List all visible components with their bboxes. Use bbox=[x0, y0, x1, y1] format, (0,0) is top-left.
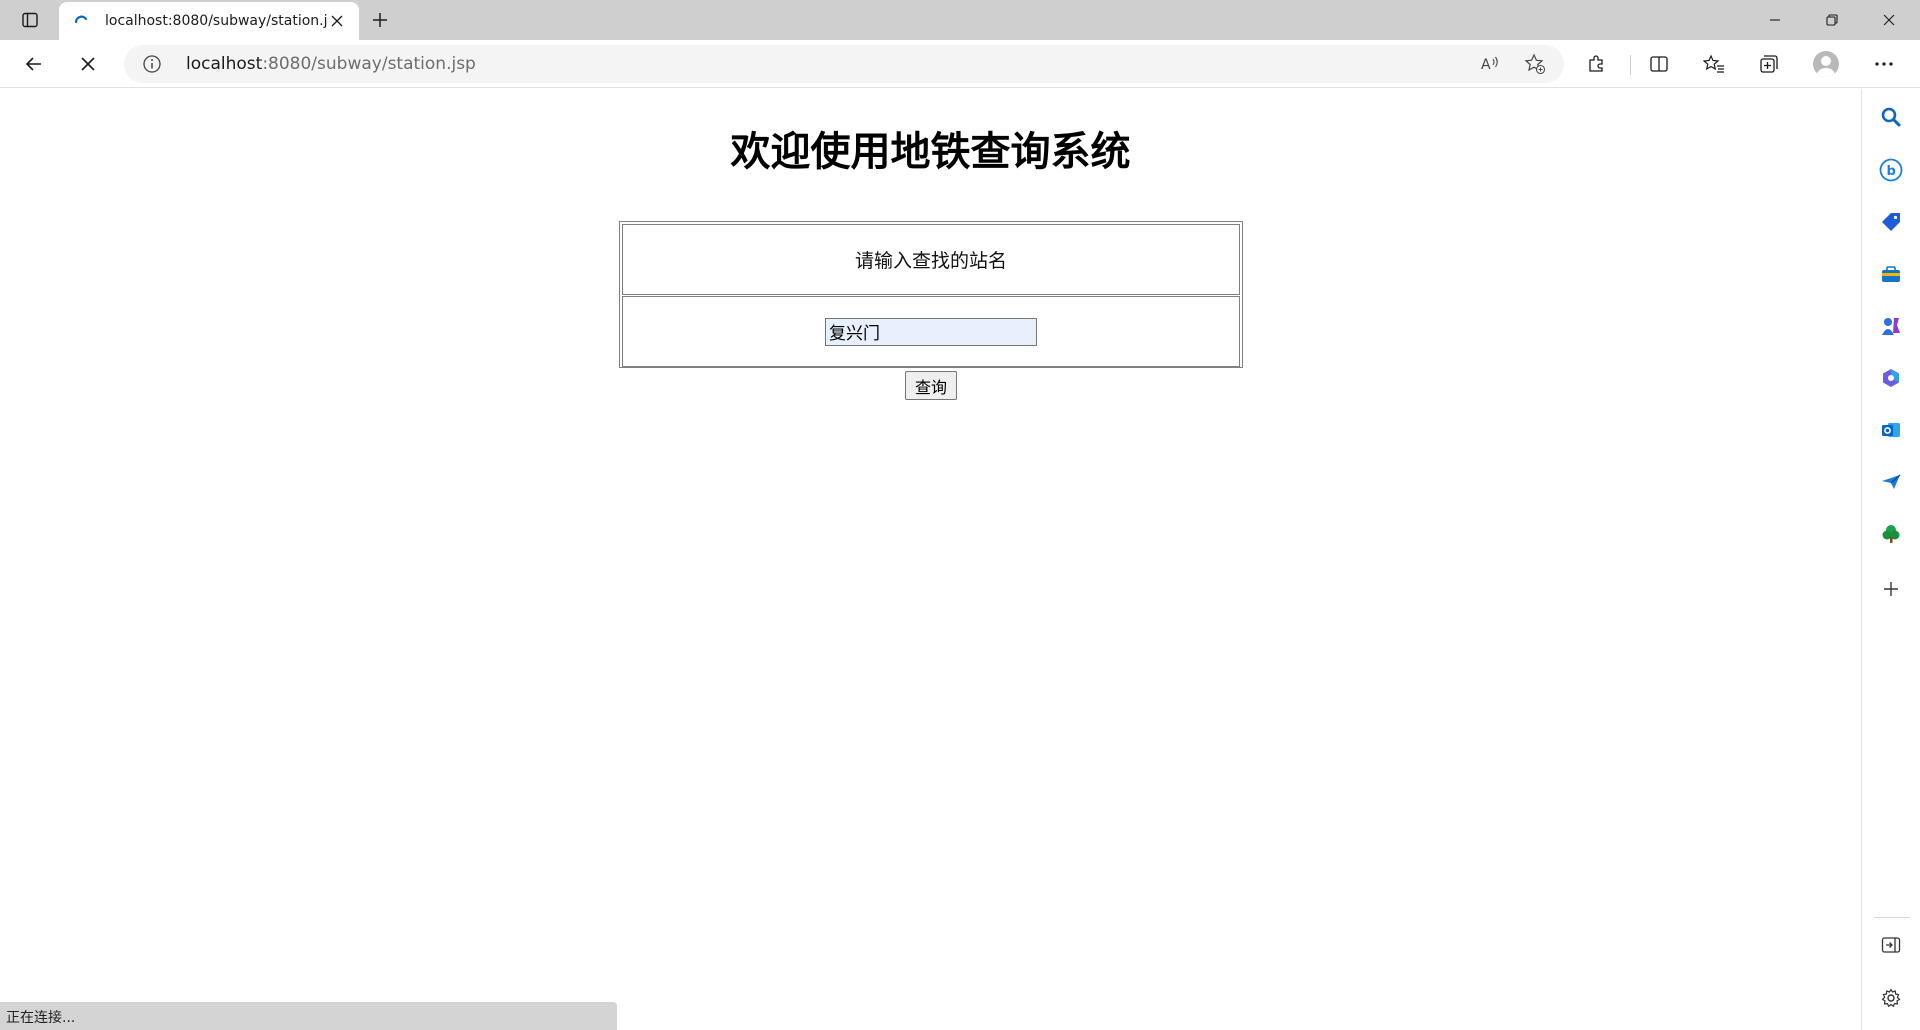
close-icon[interactable] bbox=[327, 11, 347, 31]
tab-strip: localhost:8080/subway/station.jsp bbox=[0, 0, 1920, 40]
more-button[interactable] bbox=[1868, 48, 1900, 80]
games-icon[interactable] bbox=[1877, 312, 1905, 340]
station-prompt-label: 请输入查找的站名 bbox=[854, 250, 1007, 272]
prompt-cell: 请输入查找的站名 bbox=[622, 224, 1240, 295]
tab-actions-icon[interactable] bbox=[16, 8, 44, 32]
tab-active[interactable]: localhost:8080/subway/station.jsp bbox=[59, 2, 359, 40]
stop-icon bbox=[81, 57, 95, 71]
hide-sidebar-icon[interactable] bbox=[1877, 931, 1905, 959]
tab-title: localhost:8080/subway/station.jsp bbox=[105, 13, 327, 29]
station-name-input[interactable] bbox=[825, 317, 1037, 346]
split-screen-icon bbox=[1650, 56, 1668, 72]
drop-icon[interactable] bbox=[1877, 468, 1905, 496]
info-icon[interactable] bbox=[142, 54, 162, 74]
settings-icon[interactable] bbox=[1877, 984, 1905, 1012]
close-icon bbox=[1883, 14, 1895, 26]
minimize-button[interactable] bbox=[1747, 0, 1803, 40]
web-page: 欢迎使用地铁查询系统 请输入查找的站名 查询 bbox=[0, 89, 1861, 1030]
stop-button[interactable] bbox=[72, 48, 104, 80]
star-add-icon[interactable] bbox=[1522, 52, 1548, 76]
extensions-button[interactable] bbox=[1580, 48, 1612, 80]
sidebar-divider bbox=[1874, 917, 1910, 918]
collections-icon bbox=[1760, 55, 1778, 73]
bing-icon[interactable]: b bbox=[1877, 156, 1905, 184]
close-window-button[interactable] bbox=[1861, 0, 1917, 40]
microsoft365-icon[interactable] bbox=[1877, 364, 1905, 392]
restore-button[interactable] bbox=[1804, 0, 1860, 40]
outlook-icon[interactable] bbox=[1877, 416, 1905, 444]
favorites-button[interactable] bbox=[1698, 48, 1730, 80]
loading-spinner-icon bbox=[74, 15, 88, 24]
back-button[interactable] bbox=[18, 48, 50, 80]
favorites-icon bbox=[1703, 54, 1724, 73]
back-arrow-icon bbox=[25, 57, 41, 71]
url-path: :8080/subway/station.jsp bbox=[262, 54, 476, 74]
new-tab-button[interactable] bbox=[366, 8, 394, 32]
collections-button[interactable] bbox=[1753, 48, 1785, 80]
search-form-table: 请输入查找的站名 bbox=[619, 221, 1243, 368]
more-icon bbox=[1875, 62, 1893, 66]
tree-icon[interactable] bbox=[1877, 520, 1905, 548]
page-title: 欢迎使用地铁查询系统 bbox=[730, 129, 1131, 175]
edge-sidebar: b bbox=[1861, 89, 1920, 1030]
read-aloud-icon[interactable]: A bbox=[1477, 52, 1503, 76]
avatar[interactable] bbox=[1813, 51, 1839, 77]
url-host: localhost bbox=[186, 54, 263, 74]
restore-icon bbox=[1826, 14, 1838, 26]
svg-text:A: A bbox=[1481, 57, 1491, 73]
url-text[interactable]: localhost:8080/subway/station.jsp bbox=[186, 54, 476, 74]
search-icon[interactable] bbox=[1877, 103, 1905, 131]
toolbar: localhost:8080/subway/station.jsp A bbox=[0, 40, 1920, 88]
address-bar[interactable]: localhost:8080/subway/station.jsp A bbox=[124, 45, 1564, 83]
minimize-icon bbox=[1770, 19, 1780, 21]
puzzle-icon bbox=[1589, 55, 1603, 72]
toolbar-divider bbox=[1630, 55, 1631, 75]
query-button[interactable]: 查询 bbox=[905, 371, 957, 400]
plus-icon bbox=[373, 13, 387, 27]
shopping-tag-icon[interactable] bbox=[1877, 208, 1905, 236]
status-bar: 正在连接... bbox=[0, 1002, 617, 1030]
add-icon[interactable] bbox=[1877, 575, 1905, 603]
svg-text:b: b bbox=[1887, 164, 1896, 179]
split-screen-button[interactable] bbox=[1643, 48, 1675, 80]
tools-icon[interactable] bbox=[1877, 260, 1905, 288]
input-cell bbox=[622, 296, 1240, 367]
